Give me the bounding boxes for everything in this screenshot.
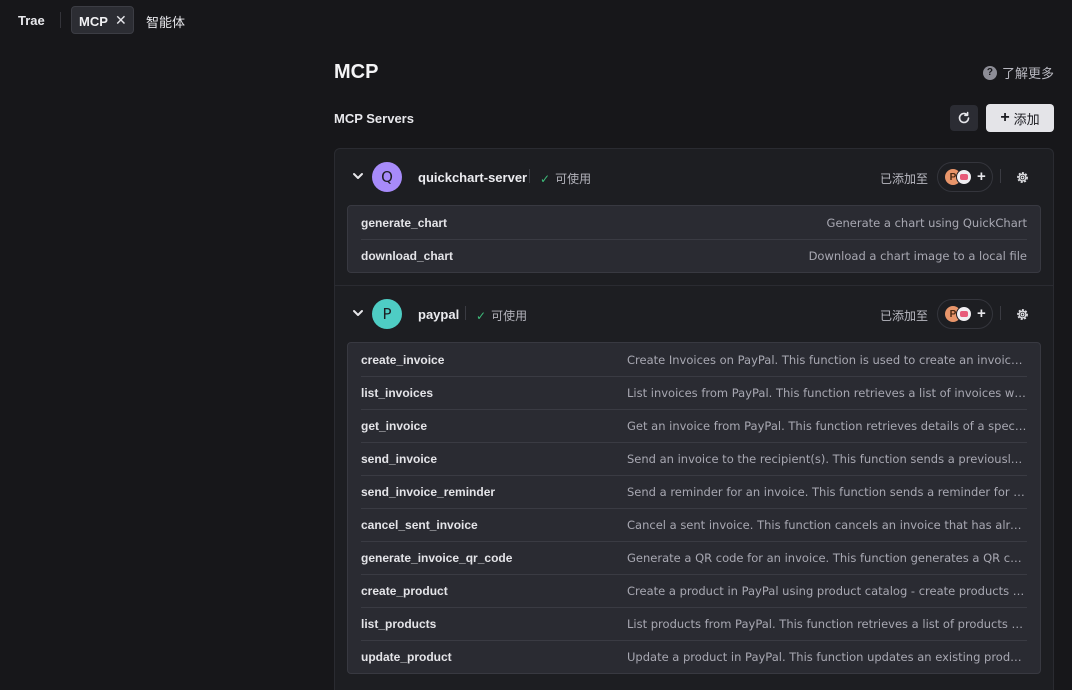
tool-row: download_chart Download a chart image to… [361,239,1027,272]
chevron-down-icon[interactable] [351,169,365,183]
status-badge: ✓ 可使用 [476,307,527,324]
learn-more-label: 了解更多 [1001,67,1054,82]
status-divider [529,169,530,183]
status-label: 可使用 [555,172,592,186]
add-agent-icon: + [977,168,986,185]
server-name: paypal [418,307,460,322]
status-badge: ✓ 可使用 [540,170,591,187]
server-name: quickchart-server [418,170,528,185]
tool-row: create_invoice Create Invoices on PayPal… [361,343,1027,376]
tool-row: list_invoices List invoices from PayPal.… [361,376,1027,409]
tool-name: generate_invoice_qr_code [361,551,513,565]
tab-agent[interactable]: 智能体 [146,12,185,31]
tool-description: Cancel a sent invoice. This function can… [627,518,1027,532]
server-header: P paypal ✓ 可使用 已添加至 P + [335,286,1053,342]
agent-avatar [956,169,972,185]
tool-row: generate_invoice_qr_code Generate a QR c… [361,541,1027,574]
tool-name: update_product [361,650,452,664]
header-divider [1000,306,1001,320]
add-agent-icon: + [977,305,986,322]
agents-selector[interactable]: P + [937,162,993,192]
gear-icon[interactable] [1015,170,1030,185]
tab-bar: Trae MCP ✕ 智能体 [0,0,1072,40]
status-label: 可使用 [491,309,528,323]
tool-name: generate_chart [361,215,448,230]
tab-mcp[interactable]: MCP ✕ [71,6,134,34]
server-avatar: Q [372,162,402,192]
tool-description: Generate a QR code for an invoice. This … [627,551,1027,565]
tool-description: Send a reminder for an invoice. This fun… [627,485,1027,499]
agents-selector[interactable]: P + [937,299,993,329]
tab-mcp-label: MCP [79,14,108,29]
learn-more-link[interactable]: ? 了解更多 [982,63,1054,82]
server-header: Q quickchart-server ✓ 可使用 已添加至 P + [335,149,1053,205]
check-icon: ✓ [540,171,551,186]
add-server-button[interactable]: + 添加 [986,104,1054,132]
tool-row: list_products List products from PayPal.… [361,607,1027,640]
tool-row: update_product Update a product in PayPa… [361,640,1027,673]
server-card-quickchart: Q quickchart-server ✓ 可使用 已添加至 P + gener… [335,149,1053,273]
tool-name: get_invoice [361,419,428,433]
tab-trae[interactable]: Trae [18,13,45,28]
check-icon: ✓ [476,308,487,323]
add-server-label: 添加 [1013,112,1040,128]
plus-icon: + [1000,109,1010,126]
tool-description: Create a product in PayPal using product… [627,584,1027,598]
tool-name: send_invoice [361,452,438,466]
status-divider [465,306,466,320]
tool-description: Update a product in PayPal. This functio… [627,650,1027,664]
header-divider [1000,169,1001,183]
help-icon: ? [982,65,997,80]
tool-row: cancel_sent_invoice Cancel a sent invoic… [361,508,1027,541]
section-title: MCP Servers [334,111,414,126]
tool-description: List products from PayPal. This function… [627,617,1027,631]
tool-row: send_invoice_reminder Send a reminder fo… [361,475,1027,508]
tool-description: Get an invoice from PayPal. This functio… [627,419,1027,433]
tool-list: create_invoice Create Invoices on PayPal… [347,342,1041,674]
server-avatar: P [372,299,402,329]
gear-icon[interactable] [1015,307,1030,322]
tool-description: Download a chart image to a local file [808,249,1027,263]
tool-description: Send an invoice to the recipient(s). Thi… [627,452,1027,466]
tool-row: create_product Create a product in PayPa… [361,574,1027,607]
tab-divider [60,12,61,28]
tool-row: get_invoice Get an invoice from PayPal. … [361,409,1027,442]
tool-name: cancel_sent_invoice [361,518,478,532]
added-to-label: 已添加至 [880,172,929,186]
tool-name: list_products [361,617,437,631]
tool-name: list_invoices [361,386,434,400]
tool-name: create_invoice [361,352,445,367]
tool-row: send_invoice Send an invoice to the reci… [361,442,1027,475]
tool-list: generate_chart Generate a chart using Qu… [347,205,1041,273]
close-icon[interactable]: ✕ [115,12,127,29]
tool-description: Generate a chart using QuickChart [826,215,1027,230]
chevron-down-icon[interactable] [351,306,365,320]
tool-name: create_product [361,584,448,598]
tool-name: download_chart [361,249,454,263]
tool-name: send_invoice_reminder [361,485,496,499]
tool-description: List invoices from PayPal. This function… [627,386,1027,400]
refresh-icon [958,111,970,124]
tool-description: Create Invoices on PayPal. This function… [627,352,1027,367]
tool-row: generate_chart Generate a chart using Qu… [361,206,1027,239]
added-to-label: 已添加至 [880,309,929,323]
page-title: MCP [334,61,379,83]
refresh-button[interactable] [950,105,978,131]
agent-avatar [956,306,972,322]
server-card-paypal: P paypal ✓ 可使用 已添加至 P + create_invoice C… [335,285,1053,674]
server-list: Q quickchart-server ✓ 可使用 已添加至 P + gener… [334,148,1054,690]
